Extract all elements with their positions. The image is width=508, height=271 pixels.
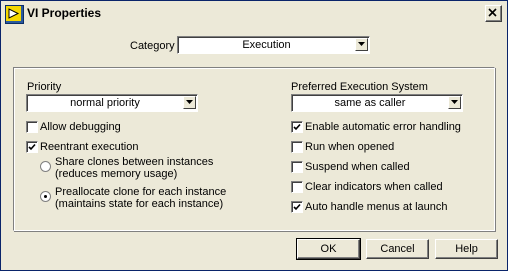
checkmark-icon <box>293 123 301 131</box>
preallocate-clone-sublabel: (maintains state for each instance) <box>55 198 224 210</box>
suspend-when-called-label: Suspend when called <box>305 161 410 173</box>
enable-error-handling-label: Enable automatic error handling <box>305 121 461 133</box>
priority-dropdown[interactable]: normal priority <box>26 94 198 112</box>
share-clones-radio[interactable] <box>40 161 51 172</box>
chevron-down-icon[interactable] <box>448 96 461 109</box>
auto-handle-menus-checkbox[interactable] <box>291 201 303 213</box>
allow-debugging-checkbox[interactable] <box>26 121 38 133</box>
share-clones-label: Share clones between instances <box>55 156 214 168</box>
priority-value: normal priority <box>70 97 140 109</box>
preallocate-clone-radio[interactable] <box>40 191 51 202</box>
clear-indicators-checkbox[interactable] <box>291 181 303 193</box>
run-when-opened-label: Run when opened <box>305 141 395 153</box>
category-dropdown[interactable]: Execution <box>177 36 370 54</box>
cancel-button[interactable]: Cancel <box>366 239 429 259</box>
preferred-execution-value: same as caller <box>334 97 406 109</box>
category-value: Execution <box>242 39 291 51</box>
preferred-execution-label: Preferred Execution System <box>291 81 428 93</box>
suspend-when-called-checkbox[interactable] <box>291 161 303 173</box>
category-label: Category <box>130 40 175 52</box>
ok-button[interactable]: OK <box>296 238 361 260</box>
radio-selected-dot <box>44 195 47 198</box>
window-title: VI Properties <box>27 6 102 20</box>
checkmark-icon <box>293 203 301 211</box>
auto-handle-menus-label: Auto handle menus at launch <box>305 201 448 213</box>
close-icon[interactable] <box>485 5 502 22</box>
labview-app-icon <box>5 5 24 24</box>
help-button[interactable]: Help <box>435 239 498 259</box>
share-clones-sublabel: (reduces memory usage) <box>55 168 178 180</box>
priority-label: Priority <box>27 81 62 93</box>
clear-indicators-label: Clear indicators when called <box>305 181 443 193</box>
enable-error-handling-checkbox[interactable] <box>291 121 303 133</box>
chevron-down-icon[interactable] <box>183 96 196 109</box>
preferred-execution-dropdown[interactable]: same as caller <box>291 94 463 112</box>
reentrant-execution-label: Reentrant execution <box>40 141 139 153</box>
chevron-down-icon[interactable] <box>355 38 368 51</box>
allow-debugging-label: Allow debugging <box>40 121 121 133</box>
reentrant-execution-checkbox[interactable] <box>26 141 38 153</box>
title-bar: VI Properties <box>1 1 507 26</box>
preallocate-clone-label: Preallocate clone for each instance <box>55 186 227 198</box>
vi-properties-dialog: VI Properties Category Execution Priorit… <box>0 0 508 271</box>
checkmark-icon <box>28 143 36 151</box>
run-when-opened-checkbox[interactable] <box>291 141 303 153</box>
